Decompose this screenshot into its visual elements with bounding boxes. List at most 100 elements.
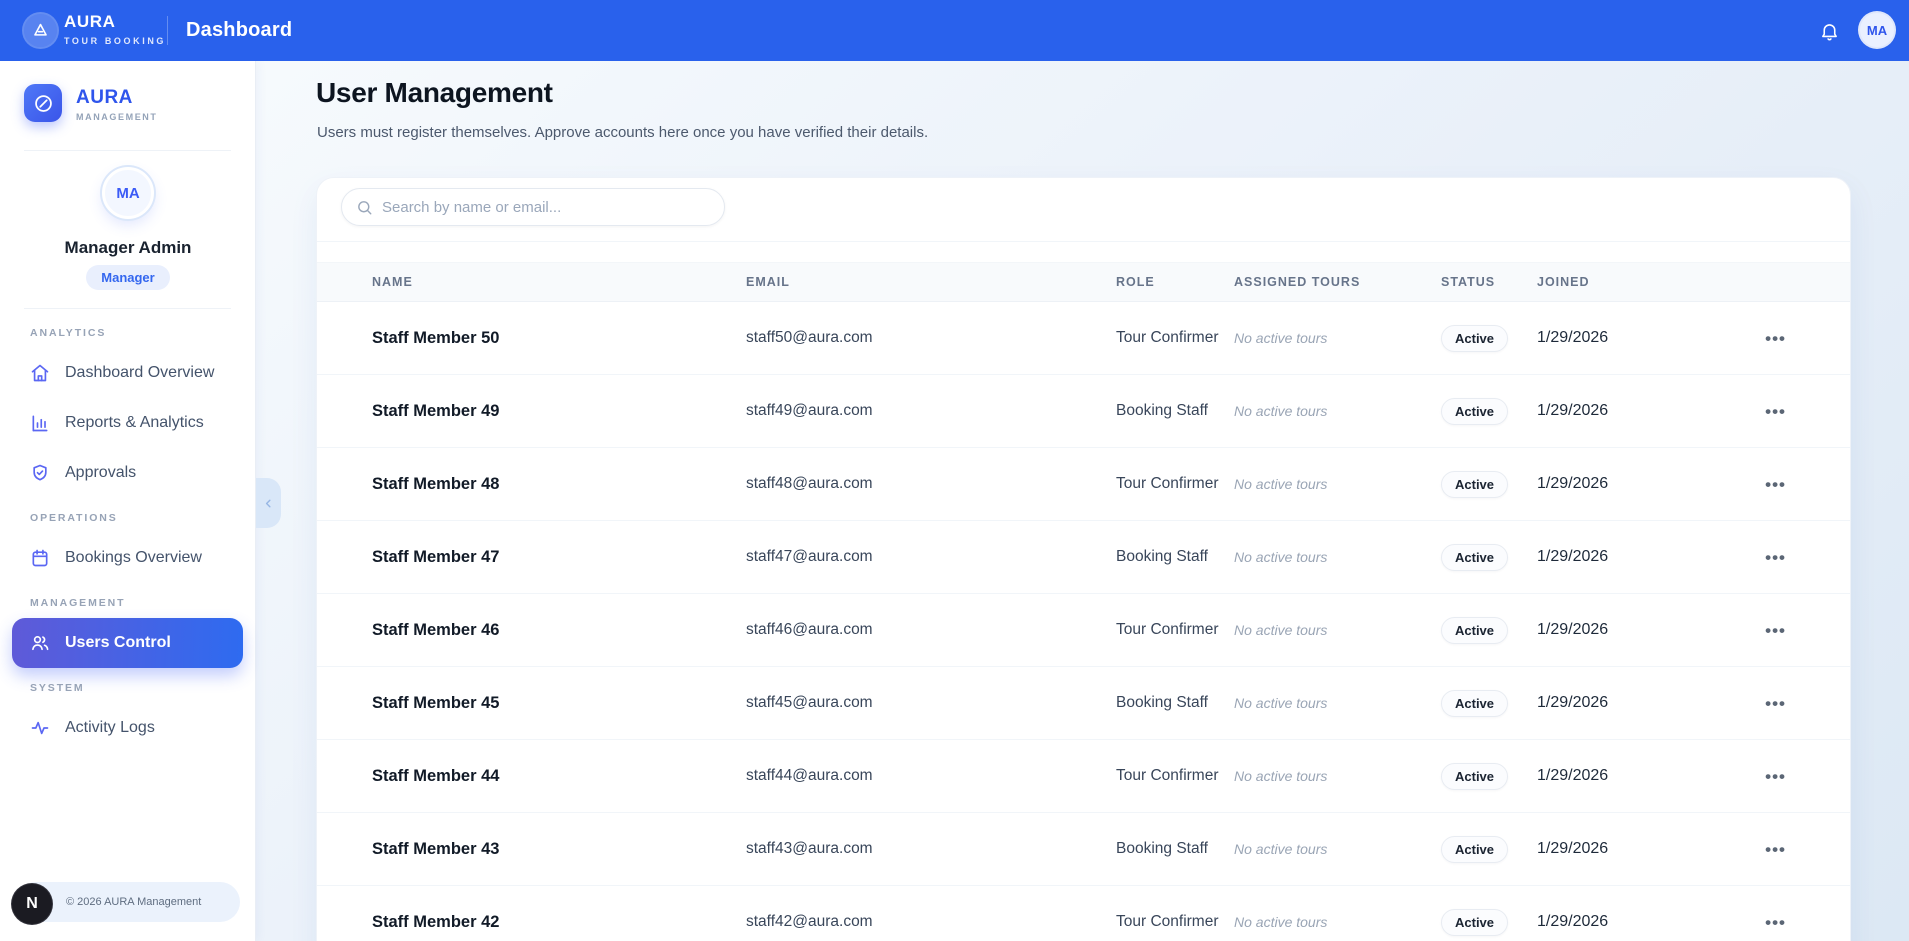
users-icon: [30, 633, 50, 653]
assigned-tours-text: No active tours: [1234, 403, 1441, 419]
table-row: Staff Member 45 staff45@aura.com Booking…: [317, 667, 1850, 740]
nav-section-system: SYSTEM: [0, 668, 255, 703]
row-actions-menu-button[interactable]: •••: [1761, 689, 1790, 718]
row-actions-menu-button[interactable]: •••: [1761, 324, 1790, 353]
status-cell: Active: [1441, 909, 1537, 936]
joined-date: 1/29/2026: [1537, 548, 1707, 566]
table-row: Staff Member 42 staff42@aura.com Tour Co…: [317, 886, 1850, 941]
column-header-assigned-tours: ASSIGNED TOURS: [1234, 275, 1441, 289]
table-row: Staff Member 44 staff44@aura.com Tour Co…: [317, 740, 1850, 813]
topbar-divider: [167, 16, 168, 45]
sidebar-brand-name: AURA: [76, 87, 158, 109]
assigned-tours-text: No active tours: [1234, 622, 1441, 638]
joined-date: 1/29/2026: [1537, 329, 1707, 347]
table-header-row: NAME EMAIL ROLE ASSIGNED TOURS STATUS JO…: [317, 262, 1850, 302]
sidebar-item-dashboard-overview[interactable]: Dashboard Overview: [12, 348, 243, 398]
row-actions-menu-button[interactable]: •••: [1761, 470, 1790, 499]
user-role: Tour Confirmer: [1116, 327, 1234, 349]
activity-icon: [30, 718, 50, 738]
shield-check-icon: [30, 463, 50, 483]
row-actions-menu-button[interactable]: •••: [1761, 543, 1790, 572]
status-cell: Active: [1441, 471, 1537, 498]
user-name: Staff Member 46: [372, 621, 746, 640]
status-badge: Active: [1441, 617, 1508, 644]
main-content: User Management Users must register them…: [256, 61, 1909, 941]
status-cell: Active: [1441, 763, 1537, 790]
profile-name: Manager Admin: [0, 238, 256, 258]
sidebar-item-approvals[interactable]: Approvals: [12, 448, 243, 498]
user-name: Staff Member 50: [372, 329, 746, 348]
user-email: staff50@aura.com: [746, 329, 1116, 347]
row-actions-menu-button[interactable]: •••: [1761, 908, 1790, 937]
search-box: [341, 188, 725, 226]
sidebar-item-label: Activity Logs: [65, 719, 155, 737]
sidebar-item-users-control[interactable]: Users Control: [12, 618, 243, 668]
row-actions-menu-button[interactable]: •••: [1761, 616, 1790, 645]
status-cell: Active: [1441, 836, 1537, 863]
status-cell: Active: [1441, 617, 1537, 644]
profile-role-badge: Manager: [86, 265, 169, 290]
status-cell: Active: [1441, 398, 1537, 425]
user-email: staff43@aura.com: [746, 840, 1116, 858]
assigned-tours-text: No active tours: [1234, 695, 1441, 711]
search-section: [317, 178, 1850, 242]
assigned-tours-text: No active tours: [1234, 914, 1441, 930]
status-cell: Active: [1441, 690, 1537, 717]
user-name: Staff Member 45: [372, 694, 746, 713]
chevron-left-icon: [262, 497, 275, 510]
status-cell: Active: [1441, 544, 1537, 571]
joined-date: 1/29/2026: [1537, 913, 1707, 931]
sidebar-divider: [24, 150, 231, 151]
row-actions-menu-button[interactable]: •••: [1761, 762, 1790, 791]
actions-cell: •••: [1707, 616, 1790, 645]
brand-name: AURA: [64, 12, 166, 32]
user-role: Booking Staff: [1116, 400, 1234, 422]
topbar-page-title: Dashboard: [186, 19, 292, 42]
sidebar-collapse-handle[interactable]: [256, 478, 281, 528]
user-email: staff49@aura.com: [746, 402, 1116, 420]
profile-avatar: MA: [102, 167, 154, 219]
status-badge: Active: [1441, 325, 1508, 352]
table-row: Staff Member 43 staff43@aura.com Booking…: [317, 813, 1850, 886]
user-email: staff42@aura.com: [746, 913, 1116, 931]
copyright-text: © 2026 AURA Management: [66, 896, 201, 908]
app-logo-icon: [24, 14, 57, 47]
sidebar-item-label: Bookings Overview: [65, 549, 202, 567]
table-row: Staff Member 50 staff50@aura.com Tour Co…: [317, 302, 1850, 375]
actions-cell: •••: [1707, 324, 1790, 353]
brand-tagline: TOUR BOOKING: [64, 36, 166, 46]
sidebar-item-label: Dashboard Overview: [65, 364, 214, 382]
joined-date: 1/29/2026: [1537, 621, 1707, 639]
status-badge: Active: [1441, 909, 1508, 936]
user-role: Tour Confirmer: [1116, 473, 1234, 495]
home-icon: [30, 363, 50, 383]
row-actions-menu-button[interactable]: •••: [1761, 397, 1790, 426]
user-email: staff45@aura.com: [746, 694, 1116, 712]
nextjs-dev-indicator[interactable]: N: [12, 884, 52, 924]
nav-section-analytics: ANALYTICS: [0, 313, 255, 348]
user-avatar[interactable]: MA: [1860, 13, 1894, 47]
user-name: Staff Member 42: [372, 913, 746, 932]
row-actions-menu-button[interactable]: •••: [1761, 835, 1790, 864]
notifications-bell-icon[interactable]: [1816, 18, 1842, 44]
column-header-status: STATUS: [1441, 275, 1537, 289]
actions-cell: •••: [1707, 689, 1790, 718]
column-header-name: NAME: [372, 275, 746, 289]
joined-date: 1/29/2026: [1537, 402, 1707, 420]
actions-cell: •••: [1707, 835, 1790, 864]
joined-date: 1/29/2026: [1537, 475, 1707, 493]
bar-chart-icon: [30, 413, 50, 433]
search-input[interactable]: [382, 199, 710, 216]
sidebar-item-bookings-overview[interactable]: Bookings Overview: [12, 533, 243, 583]
sidebar-item-reports-analytics[interactable]: Reports & Analytics: [12, 398, 243, 448]
sidebar-item-activity-logs[interactable]: Activity Logs: [12, 703, 243, 753]
column-header-role: ROLE: [1116, 275, 1234, 289]
user-name: Staff Member 47: [372, 548, 746, 567]
column-header-joined: JOINED: [1537, 275, 1707, 289]
user-name: Staff Member 48: [372, 475, 746, 494]
sidebar-brand-lockup: AURA MANAGEMENT: [76, 87, 158, 122]
management-logo-icon: [24, 84, 62, 122]
sidebar-nav: ANALYTICS Dashboard Overview Reports & A…: [0, 313, 255, 753]
column-header-email: EMAIL: [746, 275, 1116, 289]
top-app-bar: AURA TOUR BOOKING Dashboard MA: [0, 0, 1909, 61]
